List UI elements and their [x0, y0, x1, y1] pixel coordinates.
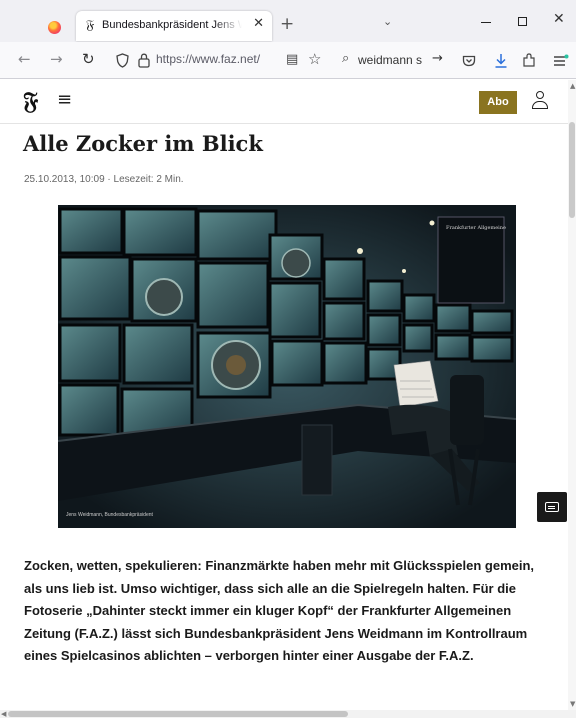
navigation-toolbar: ← → ↻ https://www.faz.net/ ▤ ☆ ⌕ weidman… — [0, 42, 576, 79]
shield-icon[interactable] — [116, 53, 129, 68]
app-menu-icon[interactable] — [553, 54, 569, 68]
url-text[interactable]: https://www.faz.net/ — [156, 52, 280, 66]
extensions-icon[interactable] — [522, 53, 537, 68]
lock-icon[interactable] — [138, 53, 150, 68]
pocket-icon[interactable] — [462, 55, 476, 67]
article-teaser: Zocken, wetten, spekulieren: Finanzmärkt… — [24, 558, 535, 663]
scroll-up-arrow-icon[interactable]: ▲ — [570, 82, 575, 90]
browser-tab[interactable]: 𝔉 Bundesbankpräsident Jens Weidmann ✕ — [76, 11, 272, 41]
article-photo[interactable]: Frankfurter Allgemeine Jens Weidmann, Bu… — [58, 205, 516, 528]
casino-control-room-image: Frankfurter Allgemeine — [58, 205, 516, 528]
vertical-scrollbar-thumb[interactable] — [569, 122, 575, 218]
window-maximize-button[interactable] — [518, 17, 527, 26]
window-close-button[interactable]: ✕ — [553, 11, 565, 27]
user-icon[interactable] — [530, 90, 550, 112]
horizontal-scrollbar-thumb[interactable] — [8, 711, 348, 717]
poster-title: Frankfurter Allgemeine — [446, 225, 506, 231]
new-tab-button[interactable]: + — [280, 14, 294, 34]
firefox-logo-icon[interactable] — [48, 21, 61, 34]
search-bar[interactable]: ⌕ weidmann s → — [338, 48, 450, 72]
reader-view-icon[interactable]: ▤ — [286, 52, 298, 67]
back-arrow-icon[interactable]: ← — [18, 50, 31, 68]
search-icon: ⌕ — [342, 51, 350, 66]
forward-arrow-icon[interactable]: → — [50, 50, 63, 68]
article-meta: 25.10.2013, 10:09 · Lesezeit: 2 Min. — [24, 174, 184, 185]
scroll-down-arrow-icon[interactable]: ▼ — [570, 700, 575, 708]
tab-title: Bundesbankpräsident Jens Weidmann — [102, 19, 242, 31]
comment-icon — [545, 502, 559, 512]
faz-favicon-icon: 𝔉 — [86, 18, 95, 33]
reload-icon[interactable]: ↻ — [82, 50, 95, 68]
faz-logo[interactable]: 𝔉 — [23, 86, 38, 115]
search-input[interactable]: weidmann s — [358, 53, 430, 67]
search-go-icon[interactable]: → — [432, 51, 443, 66]
download-icon[interactable] — [494, 53, 508, 69]
tab-bar: 𝔉 Bundesbankpräsident Jens Weidmann ✕ + … — [0, 0, 576, 42]
bookmark-star-icon[interactable]: ☆ — [308, 50, 321, 68]
list-all-tabs-icon[interactable]: ⌄ — [383, 15, 392, 28]
menu-icon[interactable]: ≡ — [57, 89, 72, 110]
image-caption: Jens Weidmann, Bundesbankpräsident — [66, 512, 153, 518]
window-minimize-button[interactable] — [481, 14, 491, 24]
article-title: Alle Zocker im Blick — [23, 131, 263, 156]
tab-close-icon[interactable]: ✕ — [253, 16, 264, 31]
abo-button[interactable]: Abo — [479, 91, 517, 114]
site-header: 𝔉 ≡ Abo — [0, 80, 568, 124]
comments-button[interactable] — [537, 492, 567, 522]
scroll-left-arrow-icon[interactable]: ◀ — [1, 710, 6, 718]
